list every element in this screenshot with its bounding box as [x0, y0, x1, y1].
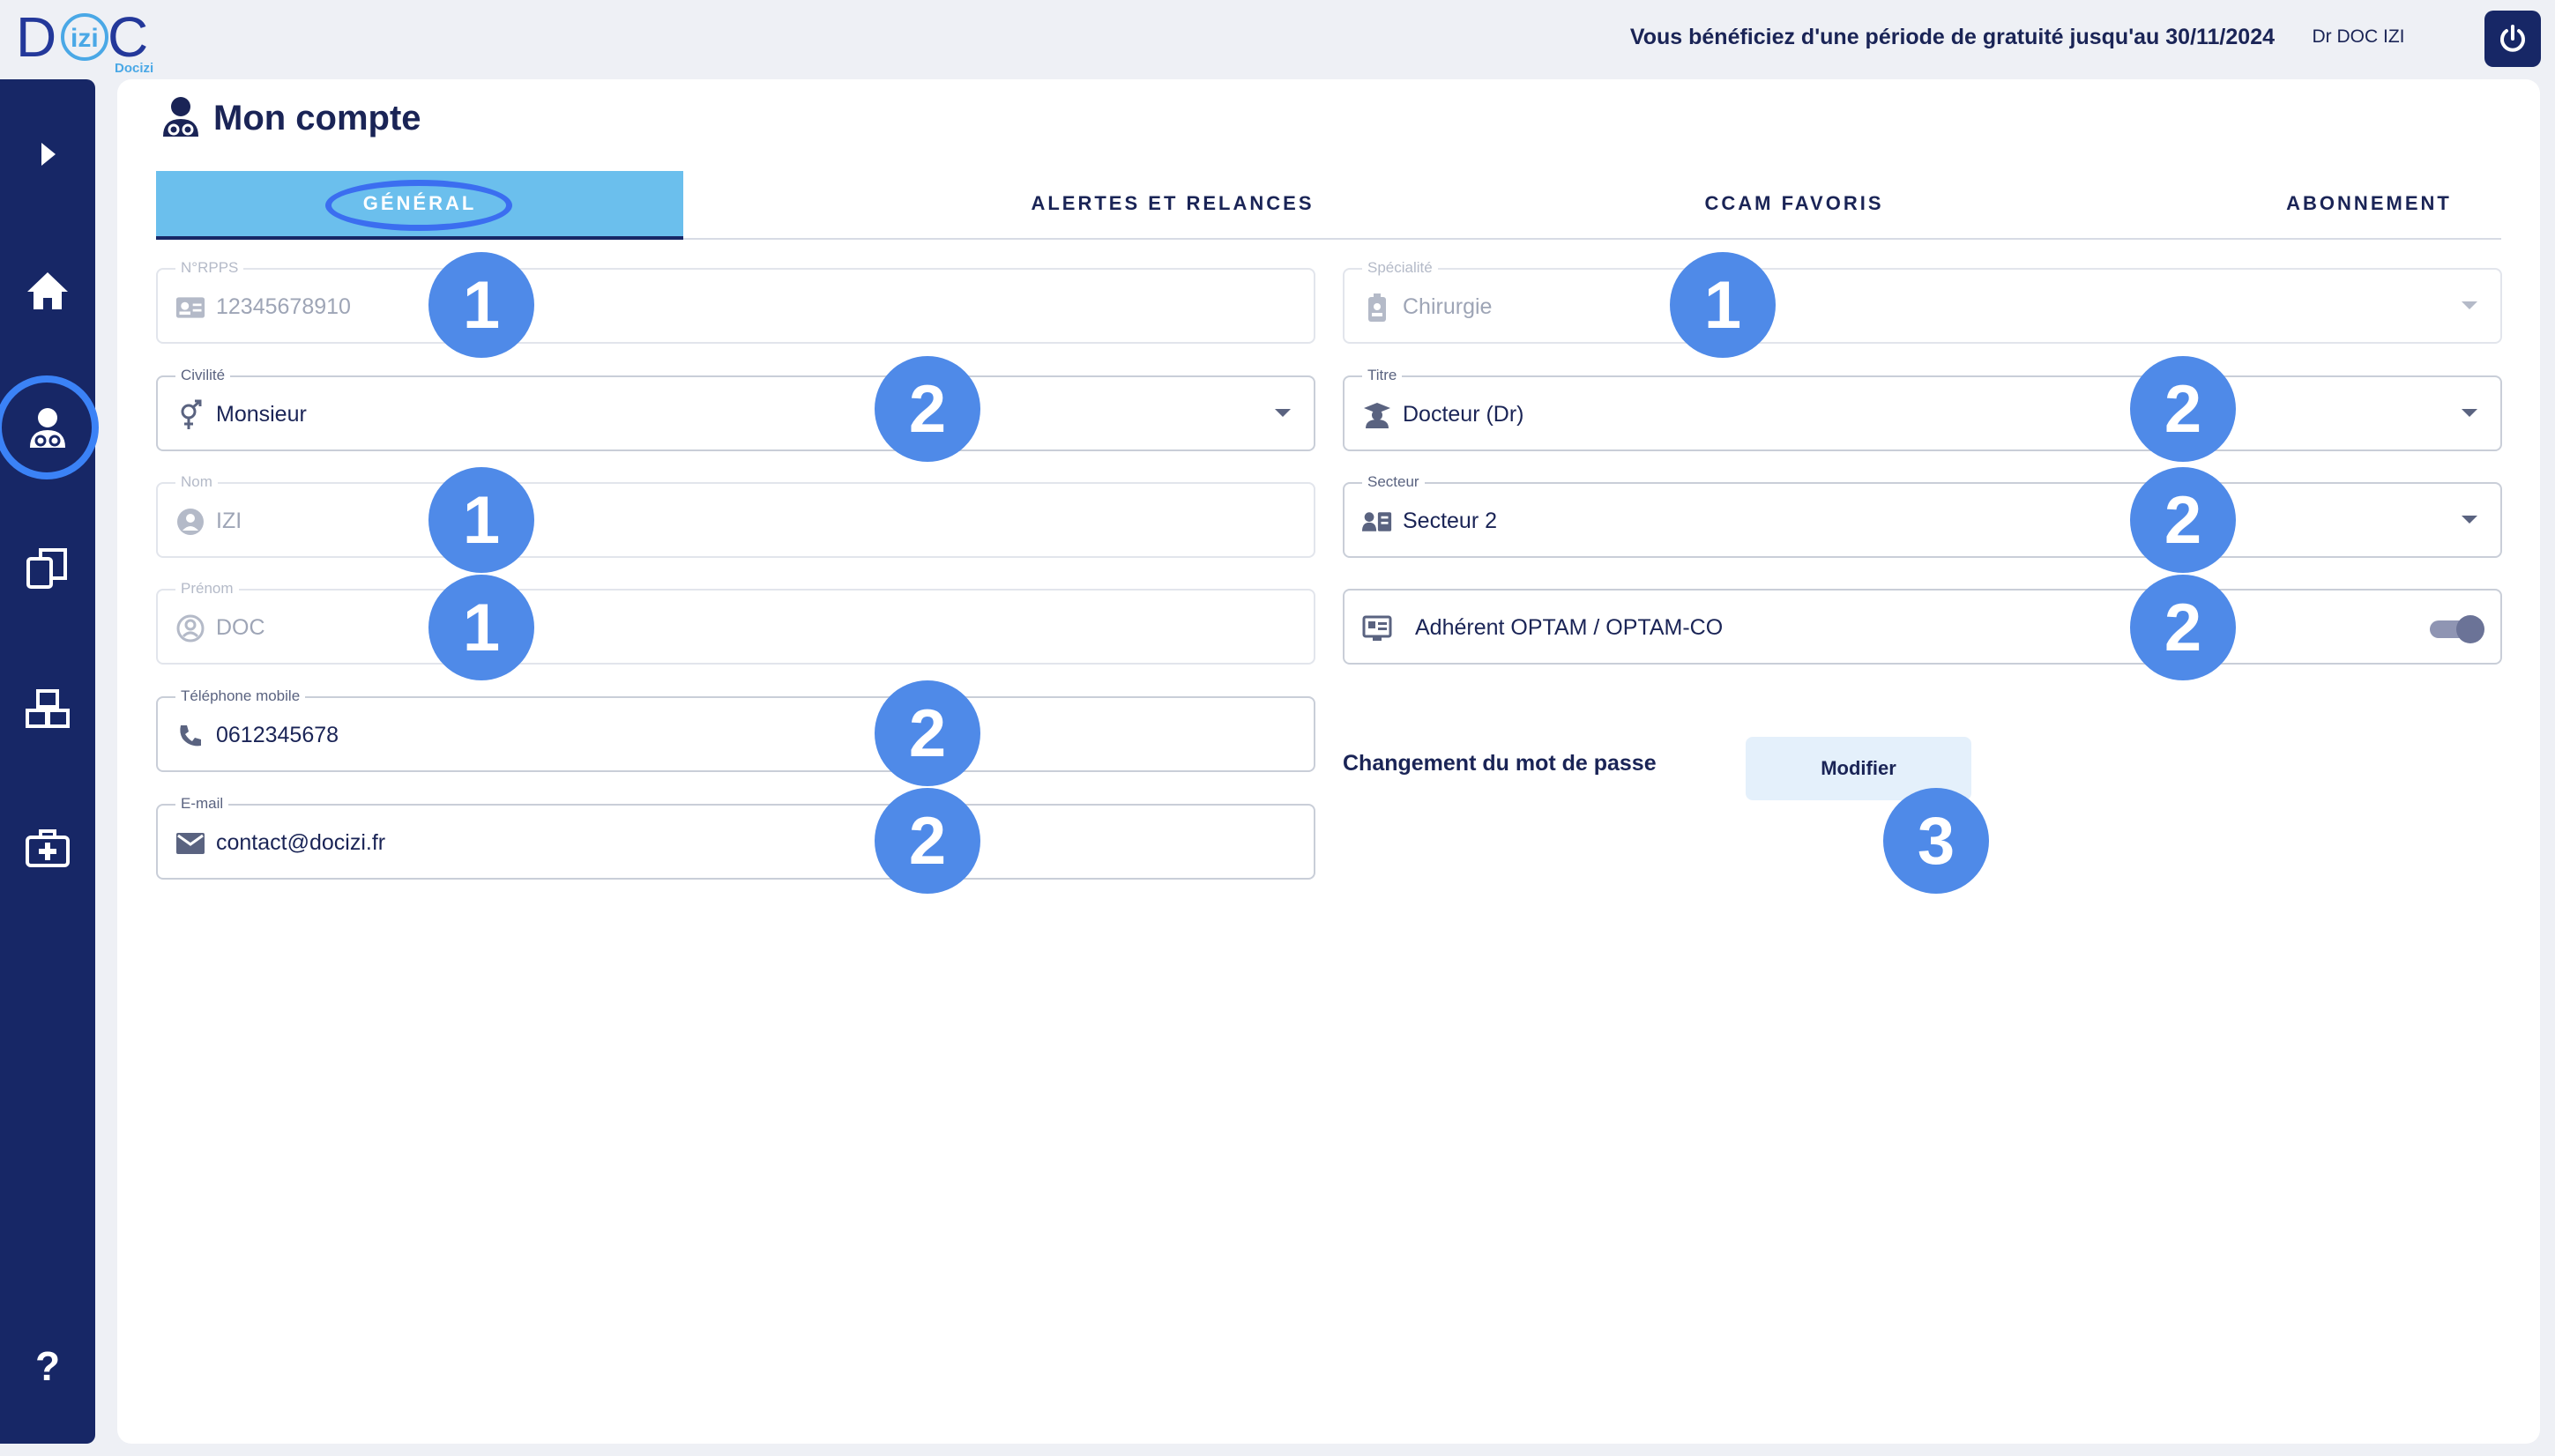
- password-change-label: Changement du mot de passe: [1343, 751, 1657, 776]
- tab-label: ALERTES ET RELANCES: [1031, 192, 1315, 214]
- tab-subscription[interactable]: ABONNEMENT: [2069, 171, 2555, 236]
- badge-icon: [1362, 293, 1392, 323]
- annotation-marker: 1: [428, 252, 534, 358]
- home-icon: [27, 272, 68, 309]
- free-period-banner: Vous bénéficiez d'une période de gratuit…: [1629, 25, 2275, 49]
- boxes-icon: [26, 689, 70, 728]
- chevron-down-icon: [2462, 516, 2477, 524]
- specialite-value: Chirurgie: [1403, 294, 1493, 319]
- civilite-label: Civilité: [175, 367, 231, 384]
- optam-label: Adhérent OPTAM / OPTAM-CO: [1415, 615, 1724, 640]
- phone-icon: [175, 721, 205, 751]
- sidebar-item-medical[interactable]: [21, 821, 74, 874]
- tab-label: CCAM FAVORIS: [1704, 192, 1884, 214]
- page-title: Mon compte: [213, 99, 421, 137]
- tab-bar: GÉNÉRAL ALERTES ET RELANCES CCAM FAVORIS…: [156, 171, 2501, 240]
- doctor-icon: [30, 408, 65, 448]
- email-label: E-mail: [175, 795, 229, 813]
- telephone-field[interactable]: Téléphone mobile 0612345678: [156, 687, 1315, 772]
- logo-letter-d: D: [16, 5, 56, 69]
- tab-ccam-favorites[interactable]: CCAM FAVORIS: [1519, 171, 2069, 236]
- tab-label: ABONNEMENT: [2286, 192, 2452, 214]
- logo-sub: Docizi: [115, 61, 153, 74]
- sidebar-item-help[interactable]: ?: [21, 1340, 74, 1393]
- graduate-icon: [1362, 400, 1392, 430]
- tab-alerts[interactable]: ALERTES ET RELANCES: [826, 171, 1519, 236]
- civilite-select[interactable]: Civilité Monsieur: [156, 367, 1315, 451]
- telephone-value: 0612345678: [216, 723, 339, 747]
- email-field[interactable]: E-mail contact@docizi.fr: [156, 795, 1315, 880]
- chevron-down-icon: [1275, 409, 1291, 417]
- logo-inner-text: izi: [71, 24, 99, 53]
- logout-button[interactable]: [2484, 11, 2541, 67]
- prenom-value: DOC: [216, 615, 265, 640]
- sidebar-item-account[interactable]: [21, 402, 74, 455]
- medical-kit-icon: [26, 829, 70, 867]
- secteur-label: Secteur: [1362, 473, 1425, 491]
- chevron-down-icon: [2462, 301, 2477, 309]
- rpps-value: 12345678910: [216, 294, 351, 319]
- user-circle-icon: [175, 507, 205, 537]
- nom-value: IZI: [216, 509, 242, 533]
- nom-field[interactable]: Nom IZI: [156, 473, 1315, 558]
- telephone-label: Téléphone mobile: [175, 687, 306, 705]
- tab-general[interactable]: GÉNÉRAL: [156, 171, 683, 240]
- annotation-marker: 2: [875, 680, 980, 786]
- power-icon: [2500, 25, 2525, 52]
- annotation-marker: 1: [428, 467, 534, 573]
- sidebar-expand-button[interactable]: [21, 128, 74, 181]
- specialite-select[interactable]: Spécialité Chirurgie: [1343, 259, 2502, 344]
- contact-card-icon: [1362, 507, 1392, 537]
- gender-icon: [175, 399, 205, 430]
- annotation-marker: 2: [875, 788, 980, 894]
- specialite-label: Spécialité: [1362, 259, 1438, 277]
- secteur-select[interactable]: Secteur Secteur 2: [1343, 473, 2502, 558]
- annotation-marker: 1: [428, 575, 534, 680]
- chevron-right-icon: [41, 143, 56, 166]
- sidebar: ?: [0, 79, 99, 1444]
- docizi-logo: D izi C Docizi: [16, 5, 166, 76]
- switch-knob[interactable]: [2456, 615, 2484, 643]
- rpps-field[interactable]: N°RPPS 12345678910: [156, 259, 1315, 344]
- annotation-marker: 1: [1670, 252, 1776, 358]
- titre-label: Titre: [1362, 367, 1403, 384]
- nom-label: Nom: [175, 473, 218, 491]
- titre-value: Docteur (Dr): [1403, 402, 1524, 427]
- sidebar-item-documents[interactable]: [21, 541, 74, 594]
- user-circle-outline-icon: [175, 613, 205, 643]
- email-value: contact@docizi.fr: [216, 830, 386, 855]
- chevron-down-icon: [2462, 409, 2477, 417]
- secteur-value: Secteur 2: [1403, 509, 1498, 533]
- rpps-label: N°RPPS: [175, 259, 244, 277]
- help-icon: ?: [34, 1343, 61, 1389]
- annotation-marker: 2: [2130, 467, 2236, 573]
- mail-icon: [175, 828, 205, 858]
- prenom-field[interactable]: Prénom DOC: [156, 580, 1315, 665]
- user-name: Dr DOC IZI: [2312, 26, 2405, 47]
- sidebar-item-products[interactable]: [21, 682, 74, 735]
- annotation-marker: 2: [875, 356, 980, 462]
- prenom-label: Prénom: [175, 580, 239, 598]
- annotation-marker: 3: [1883, 788, 1989, 894]
- civilite-value: Monsieur: [216, 402, 307, 427]
- doctor-icon: [160, 95, 201, 139]
- id-card-icon: [175, 293, 205, 323]
- titre-select[interactable]: Titre Docteur (Dr): [1343, 367, 2502, 451]
- documents-icon: [26, 548, 67, 589]
- tab-highlight-ring: [325, 180, 512, 231]
- optam-toggle-row: Adhérent OPTAM / OPTAM-CO: [1343, 589, 2502, 665]
- annotation-marker: 2: [2130, 356, 2236, 462]
- sidebar-item-home[interactable]: [21, 264, 74, 317]
- logo-letter-c: C: [108, 5, 148, 69]
- annotation-marker: 2: [2130, 575, 2236, 680]
- list-card-icon: [1362, 613, 1392, 643]
